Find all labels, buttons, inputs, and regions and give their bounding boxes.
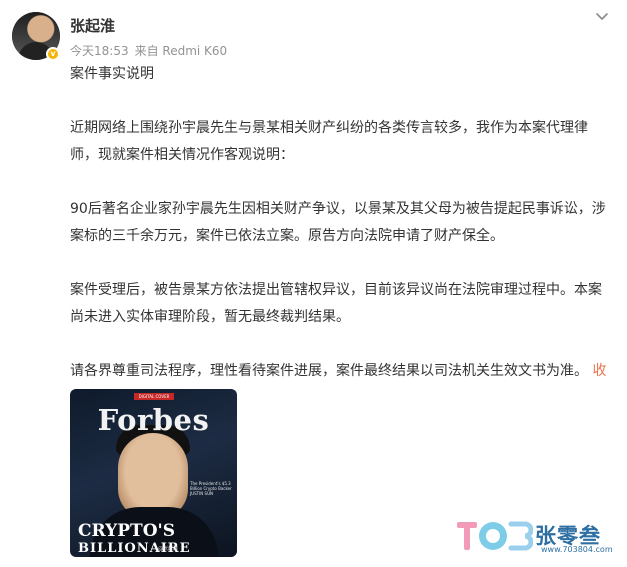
- post-body: 案件事实说明 近期网络上围绕孙宇晨先生与景某相关财产纠纷的各类传言较多，我作为本…: [70, 61, 615, 412]
- cover-headline: CRYPTO'S: [78, 521, 175, 541]
- post-paragraph: 90后著名企业家孙宇晨先生因相关财产争议，以景某及其父母为被告提起民事诉讼，涉案…: [70, 201, 606, 244]
- author-name[interactable]: 张起淮: [70, 15, 115, 36]
- post-paragraph: 近期网络上围绕孙宇晨先生与景某相关财产纠纷的各类传言较多，我作为本案代理律师，现…: [70, 120, 588, 163]
- post-title: 案件事实说明: [70, 66, 154, 82]
- post-source: 来自 Redmi K60: [134, 44, 228, 58]
- post-time[interactable]: 今天18:53: [70, 44, 129, 58]
- watermark: 张零叁 www.703804.com: [455, 516, 615, 556]
- post-image[interactable]: DIGITAL COVER Forbes The President's $5.…: [70, 389, 237, 557]
- post-meta: 今天18:53 来自 Redmi K60: [70, 42, 233, 59]
- cover-tagline: The President's $5.3 Billion Crypto Back…: [190, 481, 232, 496]
- verified-badge-icon: v: [46, 47, 60, 61]
- watermark-url: www.703804.com: [541, 545, 613, 554]
- cover-credit: @张起淮: [158, 546, 179, 552]
- post-paragraph: 案件受理后，被告景某方依法提出管辖权异议，目前该异议尚在法院审理过程中。本案尚未…: [70, 282, 602, 325]
- watermark-logo-icon: [457, 521, 533, 551]
- cover-ribbon: DIGITAL COVER: [134, 393, 174, 400]
- cover-masthead: Forbes: [97, 403, 210, 437]
- chevron-down-icon[interactable]: [594, 8, 610, 24]
